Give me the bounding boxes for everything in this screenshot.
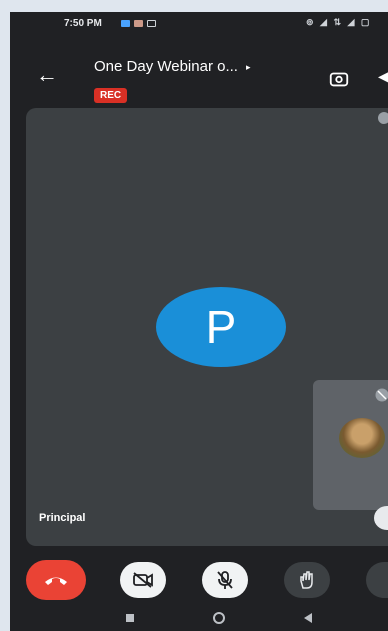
- chevron-right-icon: ▸: [245, 61, 251, 72]
- camera-switch-icon[interactable]: [328, 68, 350, 90]
- pin-icon[interactable]: [378, 112, 388, 124]
- phone-screen: 7:50 PM ⊚ ◢ ⇅ ◢ ▢ ← One Day Webinar o...…: [10, 12, 388, 631]
- back-arrow-icon[interactable]: ←: [36, 64, 58, 86]
- camera-off-icon: [133, 572, 153, 588]
- status-right-icons: ⊚ ◢ ⇅ ◢ ▢: [306, 17, 372, 27]
- participant-avatar: P: [156, 287, 286, 367]
- more-options-button[interactable]: [366, 562, 388, 598]
- app-icon: [134, 20, 143, 27]
- mic-off-icon: [217, 571, 233, 589]
- signal-icon: [147, 20, 156, 27]
- status-time: 7:50 PM: [64, 18, 102, 29]
- mic-toggle-button[interactable]: [202, 562, 248, 598]
- self-avatar-photo: [339, 418, 385, 458]
- speaker-icon[interactable]: ◀: [378, 68, 388, 85]
- end-call-button[interactable]: [26, 560, 86, 600]
- mic-off-icon: [375, 388, 388, 402]
- rec-badge: REC: [94, 88, 128, 103]
- raise-hand-button[interactable]: [284, 562, 330, 598]
- home-icon[interactable]: [213, 612, 225, 624]
- notification-icon: [121, 20, 130, 27]
- android-nav-bar: [10, 608, 388, 631]
- self-view-tile[interactable]: [313, 380, 388, 510]
- camera-toggle-button[interactable]: [120, 562, 166, 598]
- meeting-title[interactable]: One Day Webinar o... ▸: [94, 58, 251, 75]
- nav-back-icon[interactable]: [304, 613, 312, 623]
- meeting-header: ← One Day Webinar o... ▸ REC ◀: [10, 38, 388, 103]
- participant-name: Principal: [39, 512, 86, 524]
- hand-icon: [300, 571, 313, 589]
- phone-hangup-icon: [45, 577, 67, 585]
- recents-icon[interactable]: [126, 614, 134, 622]
- call-controls: [10, 550, 388, 608]
- status-bar: 7:50 PM ⊚ ◢ ⇅ ◢ ▢: [10, 12, 388, 34]
